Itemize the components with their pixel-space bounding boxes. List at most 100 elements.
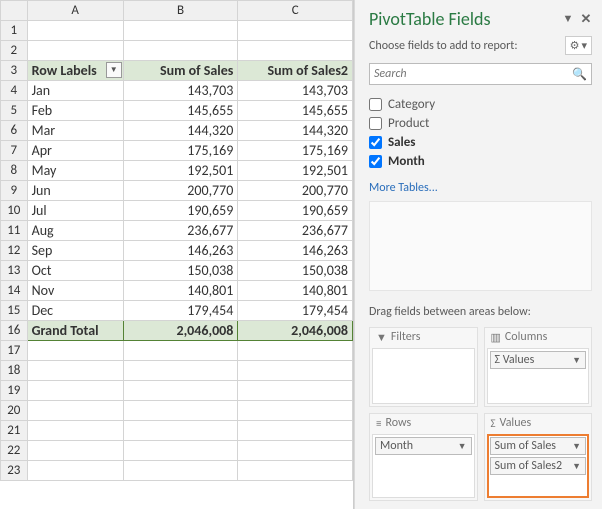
row-head[interactable]: 6 xyxy=(1,121,28,141)
sales1-cell[interactable]: 143,703 xyxy=(123,81,238,101)
filters-area[interactable]: ▼Filters xyxy=(369,327,478,407)
cell[interactable] xyxy=(123,461,238,481)
cell[interactable] xyxy=(27,21,123,41)
row-labels-header[interactable]: Row Labels ▼ xyxy=(27,61,123,81)
field-item-category[interactable]: Category xyxy=(369,95,588,114)
pane-settings-button[interactable]: ⚙ ▾ xyxy=(565,36,592,55)
cell[interactable] xyxy=(238,421,353,441)
month-cell[interactable]: Oct xyxy=(27,261,123,281)
cell[interactable] xyxy=(238,361,353,381)
month-cell[interactable]: Mar xyxy=(27,121,123,141)
sales1-cell[interactable]: 146,263 xyxy=(123,241,238,261)
sales1-cell[interactable]: 140,801 xyxy=(123,281,238,301)
columns-chip-values[interactable]: Σ Values ▼ xyxy=(490,351,587,369)
month-cell[interactable]: Jun xyxy=(27,181,123,201)
row-head[interactable]: 16 xyxy=(1,321,28,341)
sales1-cell[interactable]: 200,770 xyxy=(123,181,238,201)
cell[interactable] xyxy=(238,21,353,41)
filter-dropdown-icon[interactable]: ▼ xyxy=(106,62,122,78)
search-input[interactable] xyxy=(374,67,572,81)
field-item-sales[interactable]: Sales xyxy=(369,133,588,152)
row-head[interactable]: 13 xyxy=(1,261,28,281)
cell[interactable] xyxy=(123,441,238,461)
row-head[interactable]: 17 xyxy=(1,341,28,361)
sales2-cell[interactable]: 145,655 xyxy=(238,101,353,121)
row-head[interactable]: 18 xyxy=(1,361,28,381)
row-head[interactable]: 5 xyxy=(1,101,28,121)
sales2-cell[interactable]: 190,659 xyxy=(238,201,353,221)
select-all-corner[interactable] xyxy=(1,1,28,21)
cell[interactable] xyxy=(238,461,353,481)
cell[interactable] xyxy=(27,461,123,481)
sales2-cell[interactable]: 150,038 xyxy=(238,261,353,281)
cell[interactable] xyxy=(27,381,123,401)
sales1-cell[interactable]: 190,659 xyxy=(123,201,238,221)
row-head[interactable]: 3 xyxy=(1,61,28,81)
sales1-cell[interactable]: 144,320 xyxy=(123,121,238,141)
sales2-cell[interactable]: 200,770 xyxy=(238,181,353,201)
grand-total-v1[interactable]: 2,046,008 xyxy=(123,321,238,341)
sum-of-sales2-header[interactable]: Sum of Sales2 xyxy=(238,61,353,81)
row-head[interactable]: 11 xyxy=(1,221,28,241)
cell[interactable] xyxy=(123,21,238,41)
row-head[interactable]: 19 xyxy=(1,381,28,401)
cell[interactable] xyxy=(27,341,123,361)
row-head[interactable]: 8 xyxy=(1,161,28,181)
sum-of-sales-header[interactable]: Sum of Sales xyxy=(123,61,238,81)
cell[interactable] xyxy=(123,341,238,361)
close-icon[interactable]: ✕ xyxy=(580,12,592,26)
cell[interactable] xyxy=(123,421,238,441)
grand-total-label[interactable]: Grand Total xyxy=(27,321,123,341)
cell[interactable] xyxy=(123,401,238,421)
rows-chip-month[interactable]: Month ▼ xyxy=(375,437,472,455)
cell[interactable] xyxy=(238,41,353,61)
row-head[interactable]: 10 xyxy=(1,201,28,221)
search-field[interactable]: 🔍 xyxy=(369,63,592,85)
columns-area[interactable]: ▥Columns Σ Values ▼ xyxy=(484,327,593,407)
row-head[interactable]: 21 xyxy=(1,421,28,441)
month-cell[interactable]: Jul xyxy=(27,201,123,221)
month-cell[interactable]: Jan xyxy=(27,81,123,101)
month-cell[interactable]: Feb xyxy=(27,101,123,121)
month-cell[interactable]: Dec xyxy=(27,301,123,321)
row-head[interactable]: 22 xyxy=(1,441,28,461)
pane-menu-icon[interactable]: ▼ xyxy=(562,12,574,26)
sales1-cell[interactable]: 236,677 xyxy=(123,221,238,241)
cell[interactable] xyxy=(27,361,123,381)
row-head[interactable]: 14 xyxy=(1,281,28,301)
values-chip-sum2[interactable]: Sum of Sales2 ▼ xyxy=(490,457,587,475)
field-checkbox[interactable] xyxy=(369,117,382,130)
col-head-c[interactable]: C xyxy=(238,1,353,21)
cell[interactable] xyxy=(27,441,123,461)
sales2-cell[interactable]: 179,454 xyxy=(238,301,353,321)
row-head[interactable]: 1 xyxy=(1,21,28,41)
month-cell[interactable]: May xyxy=(27,161,123,181)
sales2-cell[interactable]: 143,703 xyxy=(238,81,353,101)
col-head-b[interactable]: B xyxy=(123,1,238,21)
row-head[interactable]: 9 xyxy=(1,181,28,201)
cell[interactable] xyxy=(238,401,353,421)
grid[interactable]: A B C 1 2 3 Row Labels ▼ Sum of Sales Su… xyxy=(0,0,353,481)
sales2-cell[interactable]: 140,801 xyxy=(238,281,353,301)
cell[interactable] xyxy=(27,421,123,441)
cell[interactable] xyxy=(238,441,353,461)
row-head[interactable]: 2 xyxy=(1,41,28,61)
sales1-cell[interactable]: 150,038 xyxy=(123,261,238,281)
cell[interactable] xyxy=(123,361,238,381)
more-tables-link[interactable]: More Tables... xyxy=(355,175,602,201)
sales2-cell[interactable]: 175,169 xyxy=(238,141,353,161)
field-item-month[interactable]: Month xyxy=(369,152,588,171)
row-head[interactable]: 4 xyxy=(1,81,28,101)
cell[interactable] xyxy=(238,341,353,361)
row-head[interactable]: 7 xyxy=(1,141,28,161)
sales1-cell[interactable]: 175,169 xyxy=(123,141,238,161)
field-checkbox[interactable] xyxy=(369,136,382,149)
rows-area[interactable]: ≡Rows Month ▼ xyxy=(369,413,478,501)
row-head[interactable]: 12 xyxy=(1,241,28,261)
values-area[interactable]: ΣValues Sum of Sales ▼ Sum of Sales2 ▼ xyxy=(484,413,593,501)
grand-total-v2[interactable]: 2,046,008 xyxy=(238,321,353,341)
sales1-cell[interactable]: 145,655 xyxy=(123,101,238,121)
month-cell[interactable]: Apr xyxy=(27,141,123,161)
sales1-cell[interactable]: 179,454 xyxy=(123,301,238,321)
cell[interactable] xyxy=(238,381,353,401)
